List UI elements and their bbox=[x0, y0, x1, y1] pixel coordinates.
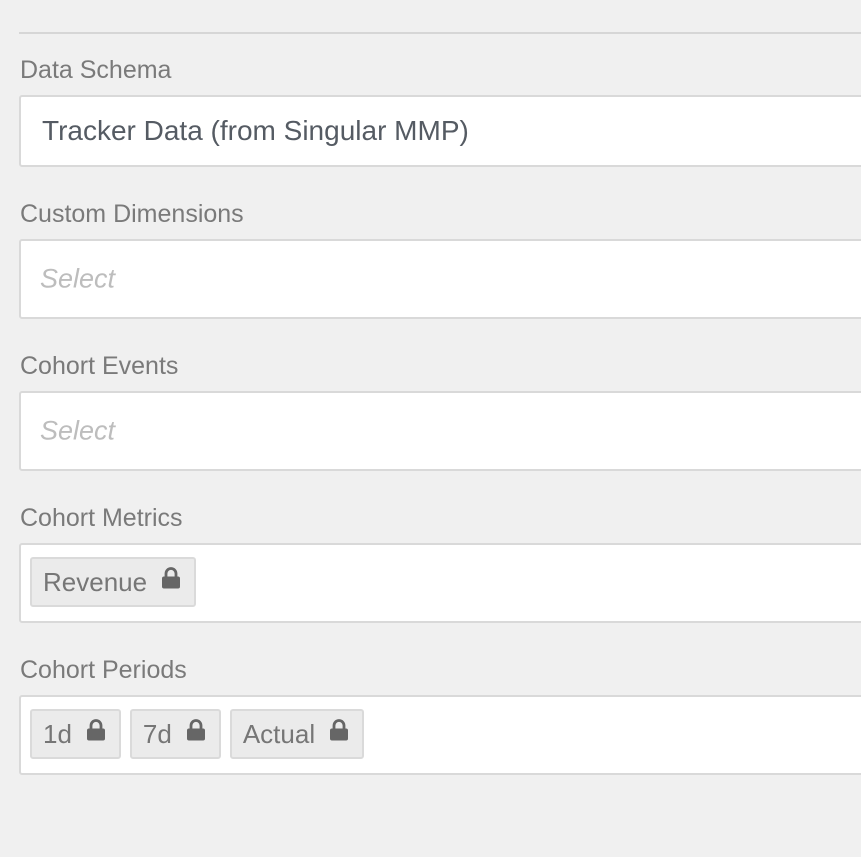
cohort-metrics-select[interactable]: Revenue bbox=[19, 543, 861, 623]
cohort-periods-select[interactable]: 1d 7d Actual bbox=[19, 695, 861, 775]
cohort-events-placeholder: Select bbox=[40, 415, 116, 446]
data-schema-value: Tracker Data (from Singular MMP) bbox=[42, 115, 469, 146]
chip-revenue: Revenue bbox=[30, 557, 197, 607]
chip-label: Actual bbox=[242, 718, 316, 749]
cohort-metrics-chips: Revenue bbox=[30, 557, 197, 607]
custom-dimensions-placeholder: Select bbox=[40, 263, 116, 294]
lock-icon bbox=[162, 567, 181, 589]
chip-actual: Actual bbox=[229, 709, 365, 759]
cohort-events-select[interactable]: Select bbox=[19, 391, 861, 471]
chip-label: Revenue bbox=[43, 566, 148, 597]
cohort-metrics-label: Cohort Metrics bbox=[20, 504, 183, 532]
section-divider bbox=[19, 32, 861, 34]
chip-label: 7d bbox=[142, 718, 172, 749]
chip-label: 1d bbox=[43, 718, 72, 749]
data-schema-select[interactable]: Tracker Data (from Singular MMP) bbox=[19, 95, 861, 167]
custom-dimensions-select[interactable]: Select bbox=[19, 239, 861, 319]
custom-dimensions-label: Custom Dimensions bbox=[20, 200, 244, 228]
cohort-periods-chips: 1d 7d Actual bbox=[30, 709, 365, 759]
chip-7d: 7d bbox=[129, 709, 221, 759]
settings-form: Data Schema Tracker Data (from Singular … bbox=[0, 0, 861, 857]
lock-icon bbox=[186, 719, 205, 741]
lock-icon bbox=[86, 719, 105, 741]
lock-icon bbox=[330, 719, 349, 741]
data-schema-label: Data Schema bbox=[20, 56, 172, 84]
chip-1d: 1d bbox=[30, 709, 121, 759]
cohort-periods-label: Cohort Periods bbox=[20, 656, 187, 684]
cohort-events-label: Cohort Events bbox=[20, 352, 179, 380]
